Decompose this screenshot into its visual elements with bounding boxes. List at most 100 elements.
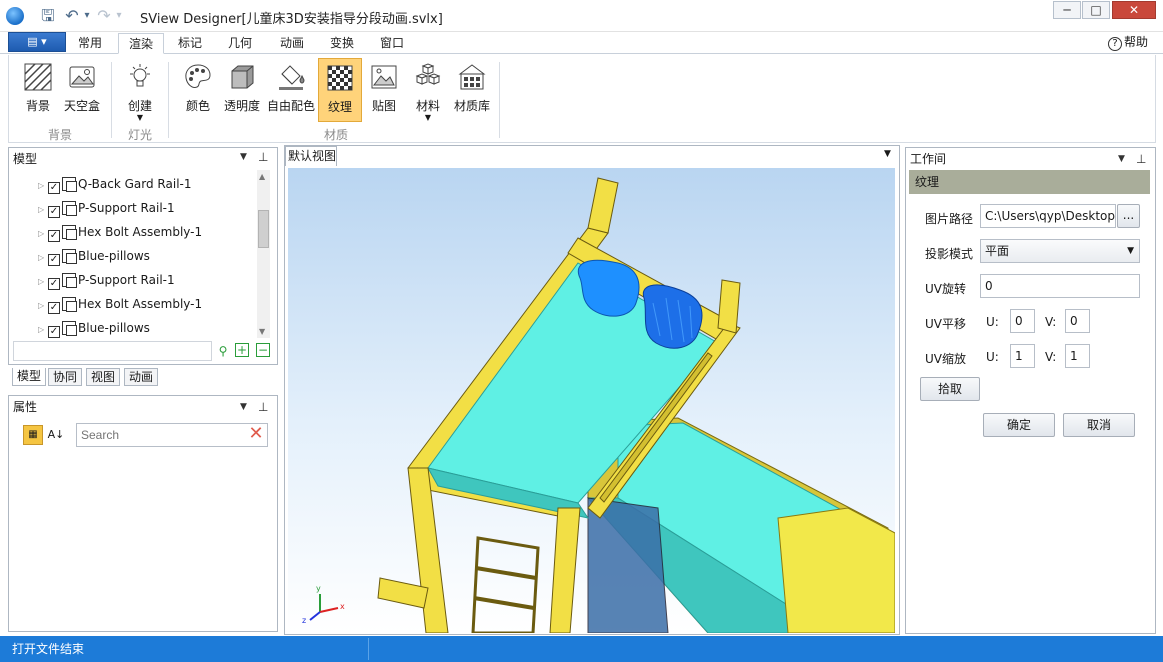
background-button[interactable]: 背景 (16, 58, 60, 122)
texture-section-header: 纹理 (909, 170, 1150, 194)
tree-item[interactable]: ▷ ✓ Blue-pillows (38, 316, 256, 338)
material-library-button[interactable]: 材质库 (450, 58, 494, 122)
create-light-button[interactable]: 创建 ▼ (118, 58, 162, 122)
tab-collaboration[interactable]: 协同 (48, 368, 83, 386)
image-path-field[interactable]: C:\Users\qyp\Desktop\ (980, 204, 1116, 228)
visibility-checkbox[interactable]: ✓ (48, 230, 60, 242)
visibility-checkbox[interactable]: ✓ (48, 206, 60, 218)
browse-button[interactable]: ... (1117, 204, 1140, 228)
undo-dropdown-icon[interactable]: ▾ (82, 6, 92, 26)
tab-views[interactable]: 视图 (86, 368, 121, 386)
sort-alphabetical-icon[interactable]: A↓ (46, 425, 66, 445)
model-search-input[interactable] (13, 341, 212, 361)
tree-item[interactable]: ▷ ✓ P-Support Rail-1 (38, 268, 256, 292)
tree-item[interactable]: ▷ ✓ Hex Bolt Assembly-1 (38, 292, 256, 316)
tree-item[interactable]: ▷ ✓ Blue-pillows (38, 244, 256, 268)
undo-icon[interactable]: ↶ (62, 6, 82, 26)
close-button[interactable]: ✕ (1112, 1, 1156, 19)
help-icon: ? (1108, 37, 1122, 51)
tab-animations[interactable]: 动画 (124, 368, 159, 386)
redo-dropdown-icon[interactable]: ▾ (114, 6, 124, 26)
visibility-checkbox[interactable]: ✓ (48, 254, 60, 266)
file-menu-button[interactable]: ▤ ▾ (8, 32, 66, 52)
tab-markup[interactable]: 标记 (168, 33, 212, 54)
expand-arrow-icon[interactable]: ▷ (38, 198, 48, 222)
model-panel-title: 模型 (9, 148, 239, 170)
create-light-button-label: 创建 (127, 99, 152, 113)
tree-item[interactable]: ▷ ✓ Q-Back Gard Rail-1 (38, 172, 256, 196)
part-node-icon (62, 297, 77, 312)
maximize-button[interactable]: □ (1082, 1, 1110, 19)
tab-transform[interactable]: 变换 (320, 33, 364, 54)
tab-geometry[interactable]: 几何 (218, 33, 262, 54)
visibility-checkbox[interactable]: ✓ (48, 302, 60, 314)
checkerboard-icon (327, 65, 353, 91)
light-bulb-icon (130, 64, 150, 87)
save-icon[interactable]: 🖫 (38, 6, 58, 26)
transparency-button[interactable]: 透明度 (220, 58, 264, 122)
viewport-tab[interactable]: 默认视图 (285, 146, 337, 166)
panel-menu-icon[interactable]: ▼ (1118, 154, 1125, 164)
ok-button[interactable]: 确定 (983, 413, 1055, 437)
pick-button[interactable]: 拾取 (920, 377, 980, 401)
tree-item[interactable]: ▷ ✓ P-Support Rail-1 (38, 196, 256, 220)
uv-scale-v-input[interactable]: 1 (1065, 344, 1090, 368)
panel-menu-icon[interactable]: ▼ (240, 402, 247, 412)
material-dropdown-icon: ▼ (424, 113, 432, 122)
tree-item[interactable]: ▷ ✓ Hex Bolt Assembly-1 (38, 220, 256, 244)
expand-arrow-icon[interactable]: ▷ (38, 294, 48, 318)
uv-scale-u-input[interactable]: 1 (1010, 344, 1035, 368)
projection-mode-select[interactable]: 平面 ▼ (980, 239, 1140, 263)
expand-arrow-icon[interactable]: ▷ (38, 174, 48, 198)
expand-arrow-icon[interactable]: ▷ (38, 246, 48, 270)
help-button[interactable]: ? 帮助 (1108, 33, 1148, 51)
ribbon-separator (499, 62, 500, 138)
scroll-down-icon[interactable]: ▼ (259, 327, 265, 336)
scrollbar-thumb[interactable] (258, 210, 269, 248)
cancel-button[interactable]: 取消 (1063, 413, 1135, 437)
panel-menu-icon[interactable]: ▼ (240, 152, 247, 162)
scroll-up-icon[interactable]: ▲ (259, 172, 265, 181)
free-color-button[interactable]: 自由配色 (266, 58, 316, 122)
model-tree-scrollbar[interactable] (257, 170, 270, 338)
minimize-button[interactable]: ─ (1053, 1, 1081, 19)
categorized-view-icon[interactable]: ▦ (23, 425, 43, 445)
material-button[interactable]: 材料 ▼ (406, 58, 450, 122)
tab-model[interactable]: 模型 (12, 368, 47, 386)
visibility-checkbox[interactable]: ✓ (48, 182, 60, 194)
clear-search-icon[interactable]: ✕ (246, 424, 266, 444)
pin-icon[interactable]: ⊥ (1136, 152, 1146, 166)
collapse-all-icon[interactable]: − (256, 343, 270, 357)
visibility-checkbox[interactable]: ✓ (48, 278, 60, 290)
palette-icon (185, 64, 211, 88)
color-button[interactable]: 颜色 (176, 58, 220, 122)
expand-arrow-icon[interactable]: ▷ (38, 318, 48, 338)
tree-item-label: P-Support Rail-1 (78, 273, 175, 287)
transparency-button-label: 透明度 (223, 99, 260, 113)
properties-search-input[interactable] (76, 423, 268, 447)
expand-arrow-icon[interactable]: ▷ (38, 222, 48, 246)
expand-arrow-icon[interactable]: ▷ (38, 270, 48, 294)
uv-translate-v-input[interactable]: 0 (1065, 309, 1090, 333)
uv-rotate-input[interactable]: 0 (980, 274, 1140, 298)
decal-button[interactable]: 贴图 (362, 58, 406, 122)
pin-icon[interactable]: ⊥ (258, 150, 268, 164)
texture-button[interactable]: 纹理 (318, 58, 362, 122)
skybox-button[interactable]: 天空盒 (60, 58, 104, 122)
pin-icon[interactable]: ⊥ (258, 400, 268, 414)
viewport-menu-icon[interactable]: ▼ (884, 149, 891, 159)
expand-all-icon[interactable]: + (235, 343, 249, 357)
3d-viewport[interactable]: y x z (288, 168, 895, 633)
uv-scale-u-label: U: (986, 350, 999, 364)
boxes-icon (415, 63, 441, 85)
tab-common[interactable]: 常用 (68, 33, 112, 54)
redo-icon[interactable]: ↷ (94, 6, 114, 26)
uv-translate-u-input[interactable]: 0 (1010, 309, 1035, 333)
status-divider (368, 638, 369, 660)
visibility-checkbox[interactable]: ✓ (48, 326, 60, 338)
tab-animation[interactable]: 动画 (270, 33, 314, 54)
tab-render[interactable]: 渲染 (118, 33, 165, 54)
search-icon[interactable]: ⚲ (215, 343, 231, 359)
ribbon-separator (111, 62, 112, 138)
tab-window[interactable]: 窗口 (370, 33, 414, 54)
